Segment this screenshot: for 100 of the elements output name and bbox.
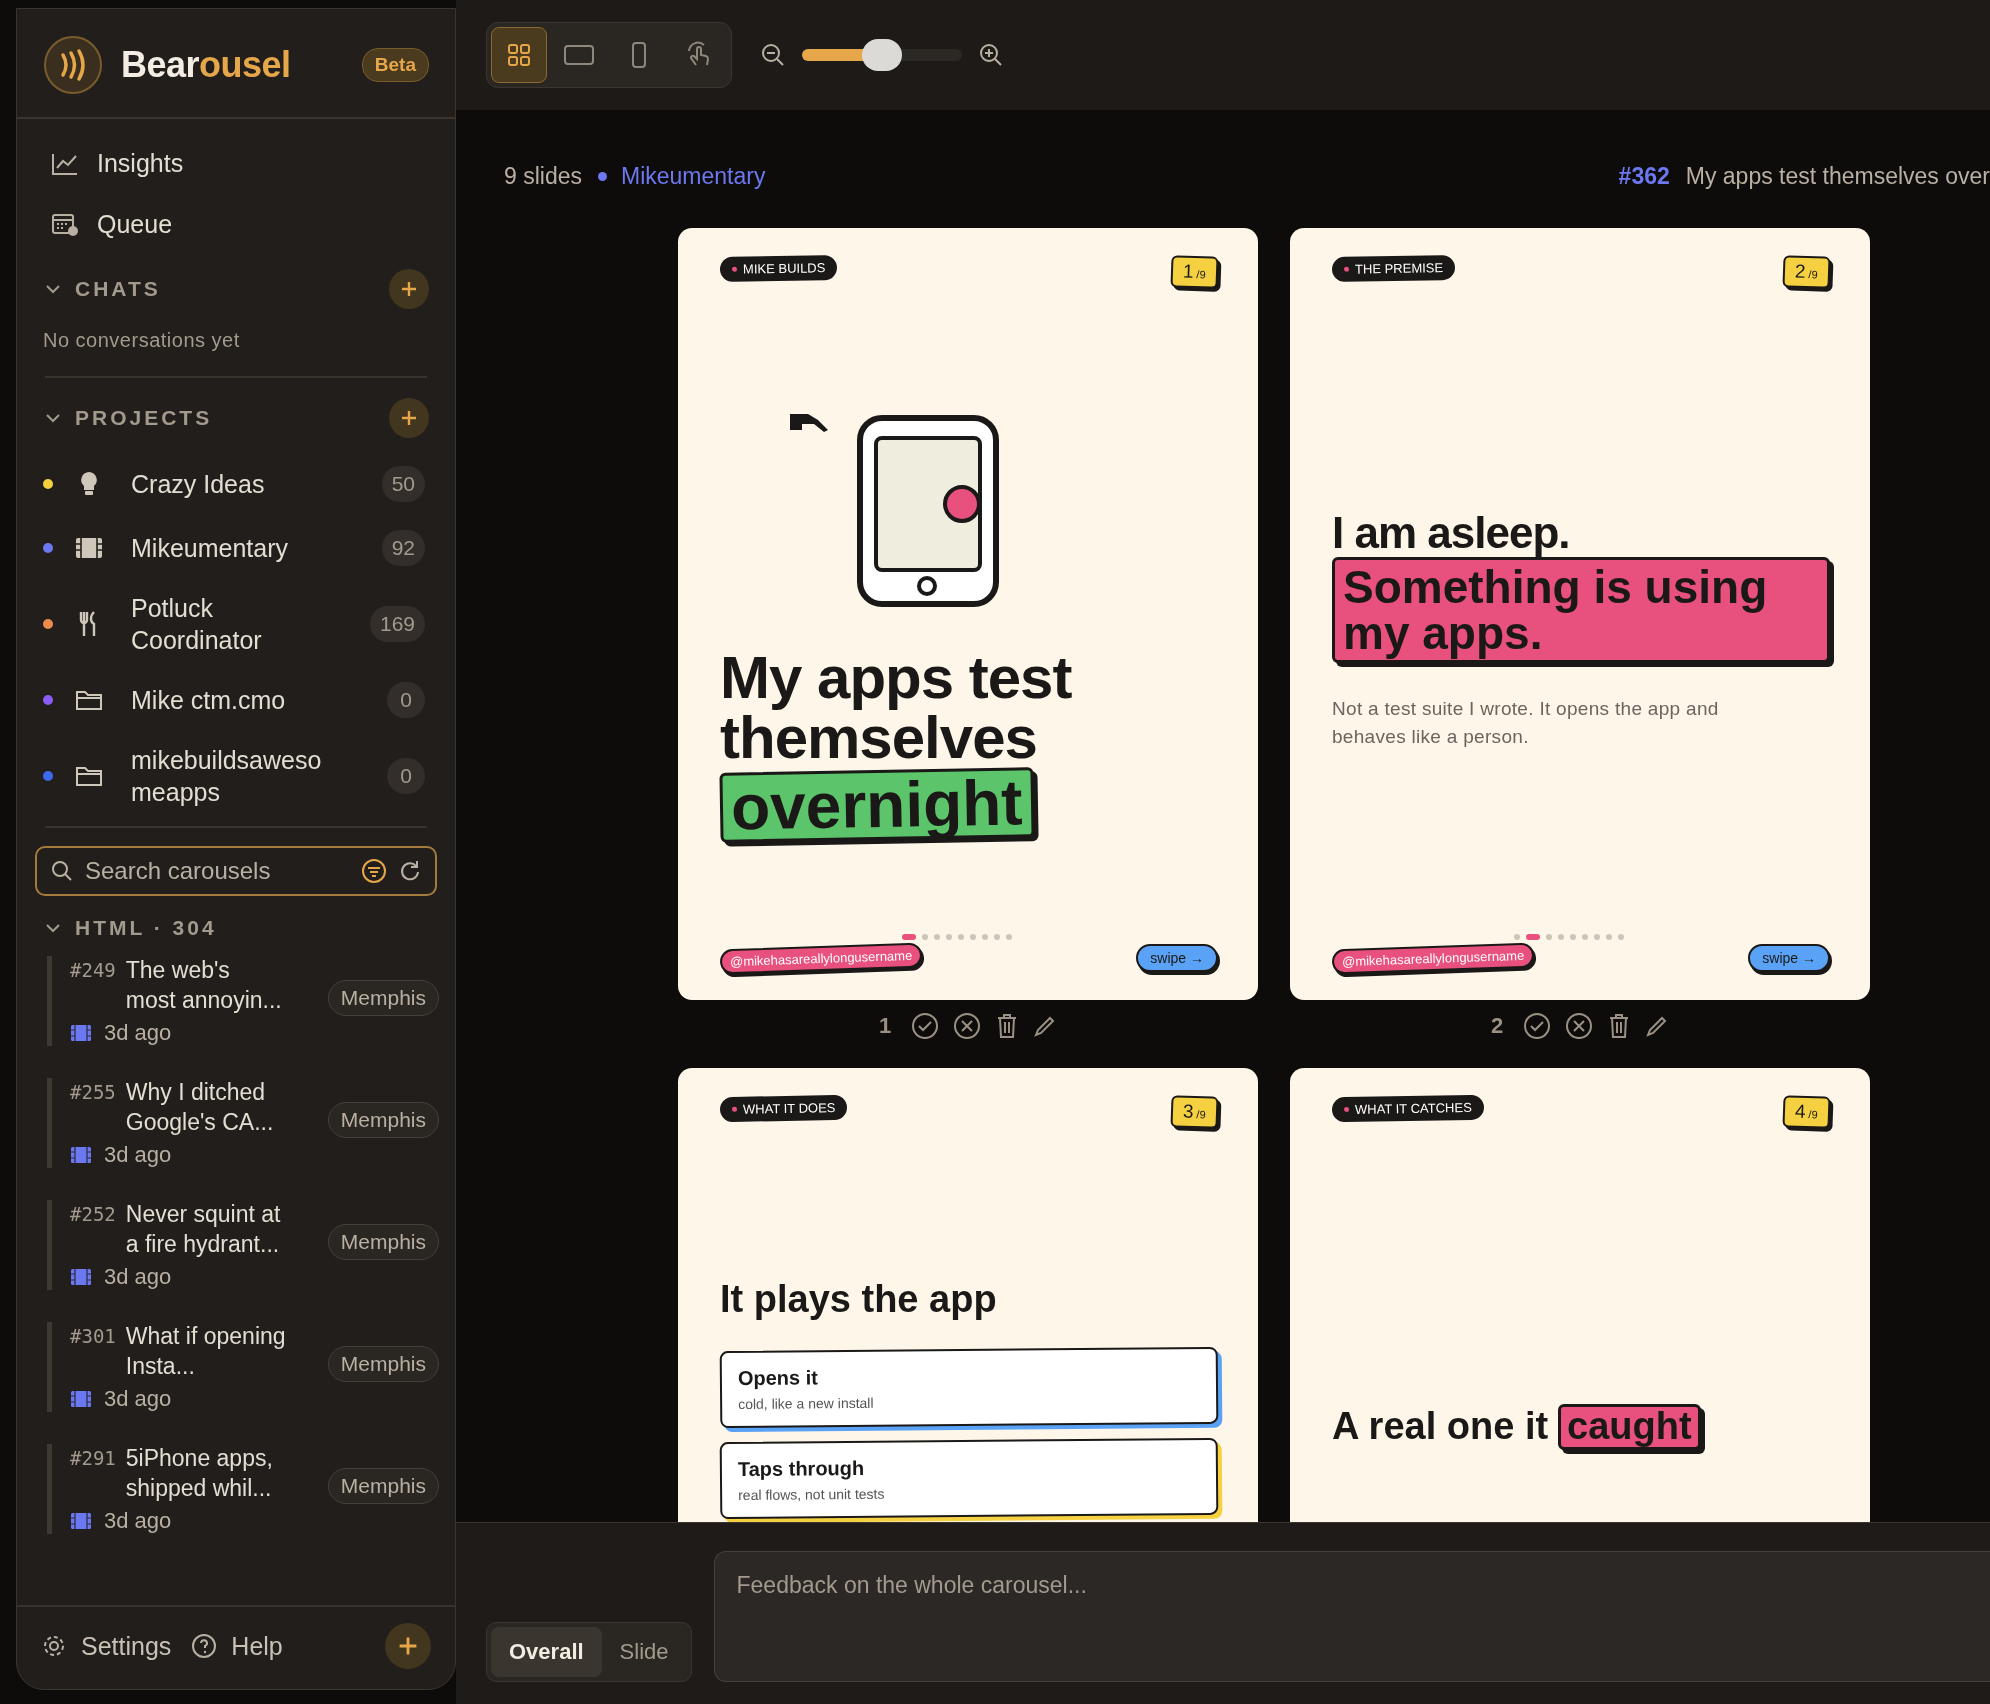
project-count: 92 — [381, 530, 425, 566]
slide-card[interactable]: THE PREMISE 2/9 I am asleep. Something is using my apps. Not a test suite I wrote. It opens the app and behaves like a person. @mikehasareallylongusername swipe → — [1290, 228, 1870, 1000]
carousel-id: #249 — [70, 958, 116, 981]
film-icon — [70, 1268, 92, 1286]
mode-tab[interactable]: Overall — [491, 1627, 602, 1677]
swipe-tag: swipe → — [1748, 944, 1830, 972]
rectangle-icon — [563, 42, 595, 68]
phone-icon — [629, 41, 649, 69]
carousel-title: 5iPhone apps, shipped whil... — [125, 1444, 274, 1503]
carousel-item[interactable]: #252 Never squint at a fire hydrant... Memphis 3d ago — [47, 1200, 439, 1290]
plus-icon — [399, 279, 419, 299]
search-field[interactable]: Search carousels — [35, 846, 437, 896]
project-count: 0 — [387, 682, 425, 718]
settings-link[interactable]: Settings — [41, 1631, 172, 1661]
style-tag: Memphis — [327, 1468, 439, 1504]
carousel-id: #291 — [70, 1446, 116, 1469]
folder-icon — [73, 688, 105, 712]
slide-card[interactable]: WHAT IT DOES 3/9 It plays the app Opens it cold, like a new install Taps through real flows, not unit tests — [678, 1068, 1258, 1522]
film-icon — [70, 1146, 92, 1164]
zoom-in-icon[interactable] — [978, 42, 1004, 68]
carousel-item[interactable]: #301 What if opening Insta... Memphis 3d ago — [47, 1322, 439, 1412]
empty-text: No conversations yet — [42, 328, 241, 353]
feedback-field[interactable]: Feedback on the whole carousel... — [713, 1551, 1990, 1682]
chart-icon — [51, 151, 79, 176]
step-title: Opens it — [737, 1365, 819, 1390]
carousel-item[interactable]: #255 Why I ditched Google's CA... Memphis 3d ago — [47, 1078, 439, 1168]
carousel-item[interactable]: #291 5iPhone apps, shipped whil... Memphis 3d ago — [47, 1444, 439, 1534]
grid-icon — [506, 42, 532, 68]
carousel-title: Never squint at a fire hydrant... — [125, 1200, 282, 1259]
nav-item[interactable]: Queue — [33, 194, 439, 255]
slide-index: 2 — [1490, 1013, 1504, 1039]
carousel-id: #301 — [70, 1324, 116, 1347]
reject-icon[interactable] — [953, 1012, 982, 1040]
carousel-title: What if opening Insta... — [125, 1322, 286, 1381]
zoom-out-icon[interactable] — [760, 42, 786, 68]
project-name[interactable]: mikebuildsawesomeapps — [131, 744, 341, 808]
swipe-tag: swipe → — [1136, 944, 1218, 972]
view-mode-button[interactable] — [491, 27, 547, 83]
search-input[interactable]: Search carousels — [83, 856, 351, 886]
slide-headline: A real one it — [1332, 1405, 1549, 1449]
carousel-item[interactable]: #249 The web's most annoyin... Memphis 3d ago — [47, 956, 439, 1046]
slide-card[interactable]: WHAT IT CATCHES 4/9 A real one it caught — [1290, 1068, 1870, 1522]
slide-headline: My apps test themselves — [720, 648, 1073, 768]
section-title: HTML · 304 — [75, 916, 218, 940]
search-icon — [51, 860, 73, 882]
reject-icon[interactable] — [1565, 1012, 1594, 1040]
mode-tab[interactable]: Slide — [601, 1627, 687, 1677]
project-name[interactable]: Potluck Coordinator — [131, 592, 341, 656]
carousel-time: 3d ago — [104, 1142, 172, 1168]
film-icon — [73, 536, 105, 560]
slide-count: 9 slides — [504, 162, 582, 190]
step-note: cold, like a new install — [738, 1393, 875, 1412]
project-name[interactable]: Crazy Ideas — [131, 468, 341, 500]
settings-icon — [41, 1633, 67, 1659]
section-title: CHATS — [75, 277, 162, 301]
plus-icon — [399, 408, 419, 428]
filter-icon[interactable] — [361, 858, 387, 884]
help-link[interactable]: Help — [191, 1631, 283, 1661]
slide-headline: I am asleep. — [1332, 511, 1571, 556]
slide-tag: WHAT IT CATCHES — [1331, 1094, 1484, 1123]
slide-tag: MIKE BUILDS — [719, 255, 838, 282]
carousel-id: #255 — [70, 1080, 116, 1103]
carousel-title: Why I ditched Google's CA... — [125, 1078, 275, 1137]
film-icon — [70, 1024, 92, 1042]
carousel-time: 3d ago — [104, 1020, 172, 1046]
project-link[interactable]: Mikeumentary — [621, 162, 766, 190]
style-tag: Memphis — [327, 1346, 439, 1382]
carousel-title: The web's most annoyin... — [125, 956, 283, 1015]
style-tag: Memphis — [327, 1102, 439, 1138]
slide-tag: THE PREMISE — [1331, 254, 1456, 283]
project-name[interactable]: Mike ctm.cmo — [131, 684, 341, 716]
carousel-time: 3d ago — [104, 1386, 172, 1412]
add-button[interactable] — [389, 398, 429, 438]
slide-body-text: Not a test suite I wrote. It opens the app and behaves like a person. — [1332, 697, 1720, 749]
approve-icon[interactable] — [1523, 1012, 1552, 1040]
zoom-slider-thumb[interactable] — [862, 39, 902, 71]
add-button[interactable] — [385, 1623, 431, 1669]
brand-name: Bearousel — [121, 44, 292, 86]
slide-number-badge: 2/9 — [1782, 255, 1831, 289]
approve-icon[interactable] — [911, 1012, 940, 1040]
film-icon — [70, 1512, 92, 1530]
calendar-icon — [51, 212, 79, 237]
chevron-icon[interactable] — [45, 923, 61, 933]
project-count: 50 — [381, 466, 425, 502]
carousel-time: 3d ago — [104, 1264, 172, 1290]
slide-tag: WHAT IT DOES — [719, 1094, 848, 1123]
step-title: Taps through — [737, 1455, 866, 1481]
step-note: real flows, not unit tests — [738, 1484, 886, 1503]
project-name[interactable]: Mikeumentary — [131, 532, 341, 564]
slide-number-badge: 3/9 — [1170, 1095, 1219, 1129]
logo-icon — [43, 35, 103, 95]
project-count: 169 — [369, 606, 425, 642]
add-button[interactable] — [389, 269, 429, 309]
nav-item[interactable]: Insights — [33, 133, 439, 194]
carousel-id: #252 — [70, 1202, 116, 1225]
film-icon — [70, 1390, 92, 1408]
chevron-icon[interactable] — [45, 284, 61, 294]
slide-card[interactable]: MIKE BUILDS 1/9 My apps test themselves overnight @mikehasareallylongusername swipe → — [678, 228, 1258, 1000]
chevron-icon[interactable] — [45, 413, 61, 423]
slide-index: 1 — [878, 1013, 892, 1039]
